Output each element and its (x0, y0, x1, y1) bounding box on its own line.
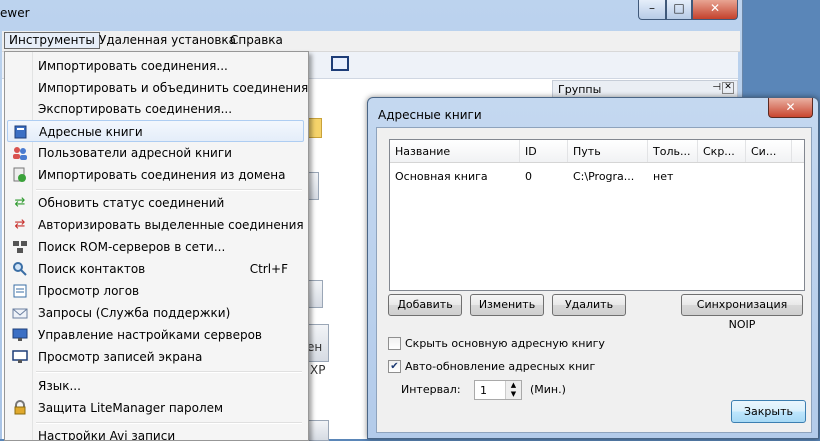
menu-separator (36, 371, 302, 373)
tools-menu: Импортировать соединения... Импортироват… (4, 51, 309, 441)
menu-item-find-rom-servers[interactable]: Поиск ROM-серверов в сети... (7, 236, 304, 258)
cell-name: Основная книга (395, 170, 488, 183)
groups-panel-header: Группы ⊣ ✕ (552, 80, 738, 98)
title-bar: ewer – □ ✕ (0, 0, 742, 30)
column-header-hidden[interactable]: Скр... (698, 140, 746, 162)
menu-tools[interactable]: Инструменты (4, 32, 100, 49)
menu-item-view-logs[interactable]: Просмотр логов (7, 280, 304, 302)
dialog-body: Название ID Путь Толь... Скр... Си... Ос… (376, 127, 812, 433)
screen-record-icon (12, 349, 28, 365)
menu-item-authorize[interactable]: ⇄ Авторизировать выделенные соединения (7, 214, 304, 236)
menu-separator (36, 189, 302, 191)
connection-label: ен (307, 340, 323, 354)
shortcut-label: Ctrl+F (249, 262, 288, 276)
address-books-list[interactable]: Название ID Путь Толь... Скр... Си... Ос… (389, 139, 805, 291)
authorize-icon: ⇄ (14, 217, 26, 232)
computer-icon[interactable] (307, 420, 329, 441)
server-settings-icon (12, 327, 28, 343)
menu-item-import-merge[interactable]: Импортировать и объединить соединения... (7, 77, 308, 99)
column-header-readonly[interactable]: Толь... (648, 140, 698, 162)
menu-remote-install[interactable]: Удаленная установка (95, 33, 240, 48)
address-book-icon (13, 124, 29, 140)
minimize-button[interactable]: – (638, 0, 666, 20)
menu-item-refresh-status[interactable]: ⇄ Обновить статус соединений (7, 192, 304, 214)
close-button[interactable]: Закрыть (731, 400, 806, 423)
down-arrow-icon[interactable]: ▼ (506, 390, 521, 399)
interval-unit-label: (Мин.) (530, 383, 566, 396)
maximize-button[interactable]: □ (666, 0, 692, 20)
domain-import-icon (12, 167, 28, 183)
dialog-title: Адресные книги (378, 108, 482, 122)
menu-item-address-books[interactable]: Адресные книги (7, 120, 304, 142)
up-arrow-icon[interactable]: ▲ (506, 381, 521, 390)
mail-icon (12, 305, 28, 321)
address-books-dialog: Адресные книги ✕ Название ID Путь Толь..… (367, 97, 819, 439)
refresh-icon: ⇄ (14, 195, 26, 210)
users-icon (12, 145, 28, 161)
column-header-name[interactable]: Название (390, 140, 520, 162)
monitor-icon[interactable] (331, 56, 349, 71)
column-header-path[interactable]: Путь (568, 140, 648, 162)
network-search-icon (12, 239, 28, 255)
panel-close-icon[interactable]: ✕ (722, 82, 734, 94)
menu-item-language[interactable]: Язык... (7, 375, 304, 397)
window-title: ewer (0, 6, 30, 20)
pin-icon[interactable]: ⊣ (712, 82, 721, 93)
close-window-button[interactable]: ✕ (692, 0, 738, 20)
hide-main-book-checkbox[interactable] (388, 337, 401, 350)
list-header: Название ID Путь Толь... Скр... Си... (390, 140, 804, 163)
menu-bar: Инструменты Удаленная установка Справка (2, 31, 740, 52)
menu-item-search-contacts[interactable]: Поиск контактов Ctrl+F (7, 258, 304, 280)
menu-item-export-connections[interactable]: Экспортировать соединения... (7, 98, 304, 120)
cell-id: 0 (525, 170, 532, 183)
groups-panel-title: Группы (558, 83, 602, 96)
menu-item-address-book-users[interactable]: Пользователи адресной книги (7, 142, 304, 164)
interval-value[interactable]: 1 (480, 384, 487, 397)
connection-label: XP (310, 363, 326, 377)
cell-readonly: нет (653, 170, 674, 183)
computer-icon[interactable] (307, 280, 323, 308)
menu-separator (36, 422, 302, 424)
menu-item-support-requests[interactable]: Запросы (Служба поддержки) (7, 302, 304, 324)
interval-stepper[interactable]: 1 ▲ ▼ (474, 380, 522, 400)
menu-item-import-connections[interactable]: Импортировать соединения... (7, 55, 304, 77)
stepper-arrows[interactable]: ▲ ▼ (505, 381, 521, 399)
sync-noip-button[interactable]: Синхронизация NOIP (681, 294, 803, 331)
hide-main-book-label[interactable]: Скрыть основную адресную книгу (405, 337, 605, 350)
delete-button[interactable]: Удалить (552, 294, 626, 316)
auto-update-label[interactable]: Авто-обновление адресных книг (405, 360, 595, 373)
search-icon (12, 261, 28, 277)
cell-path: C:\Progra... (573, 170, 635, 183)
interval-label: Интервал: (401, 383, 461, 396)
add-button[interactable]: Добавить (388, 294, 462, 316)
lock-icon (12, 400, 28, 416)
menu-item-import-domain[interactable]: Импортировать соединения из домена (7, 164, 304, 186)
menu-item-view-screen-records[interactable]: Просмотр записей экрана (7, 346, 304, 368)
dialog-close-button[interactable]: ✕ (768, 98, 813, 118)
menu-item-server-settings[interactable]: Управление настройками серверов (7, 324, 304, 346)
log-icon (12, 283, 28, 299)
edit-button[interactable]: Изменить (470, 294, 544, 316)
auto-update-checkbox[interactable]: ✔ (388, 360, 401, 373)
column-header-id[interactable]: ID (520, 140, 568, 162)
column-header-sync[interactable]: Си... (746, 140, 792, 162)
menu-item-password-protection[interactable]: Защита LiteManager паролем (7, 397, 304, 419)
menu-help[interactable]: Справка (226, 33, 287, 48)
